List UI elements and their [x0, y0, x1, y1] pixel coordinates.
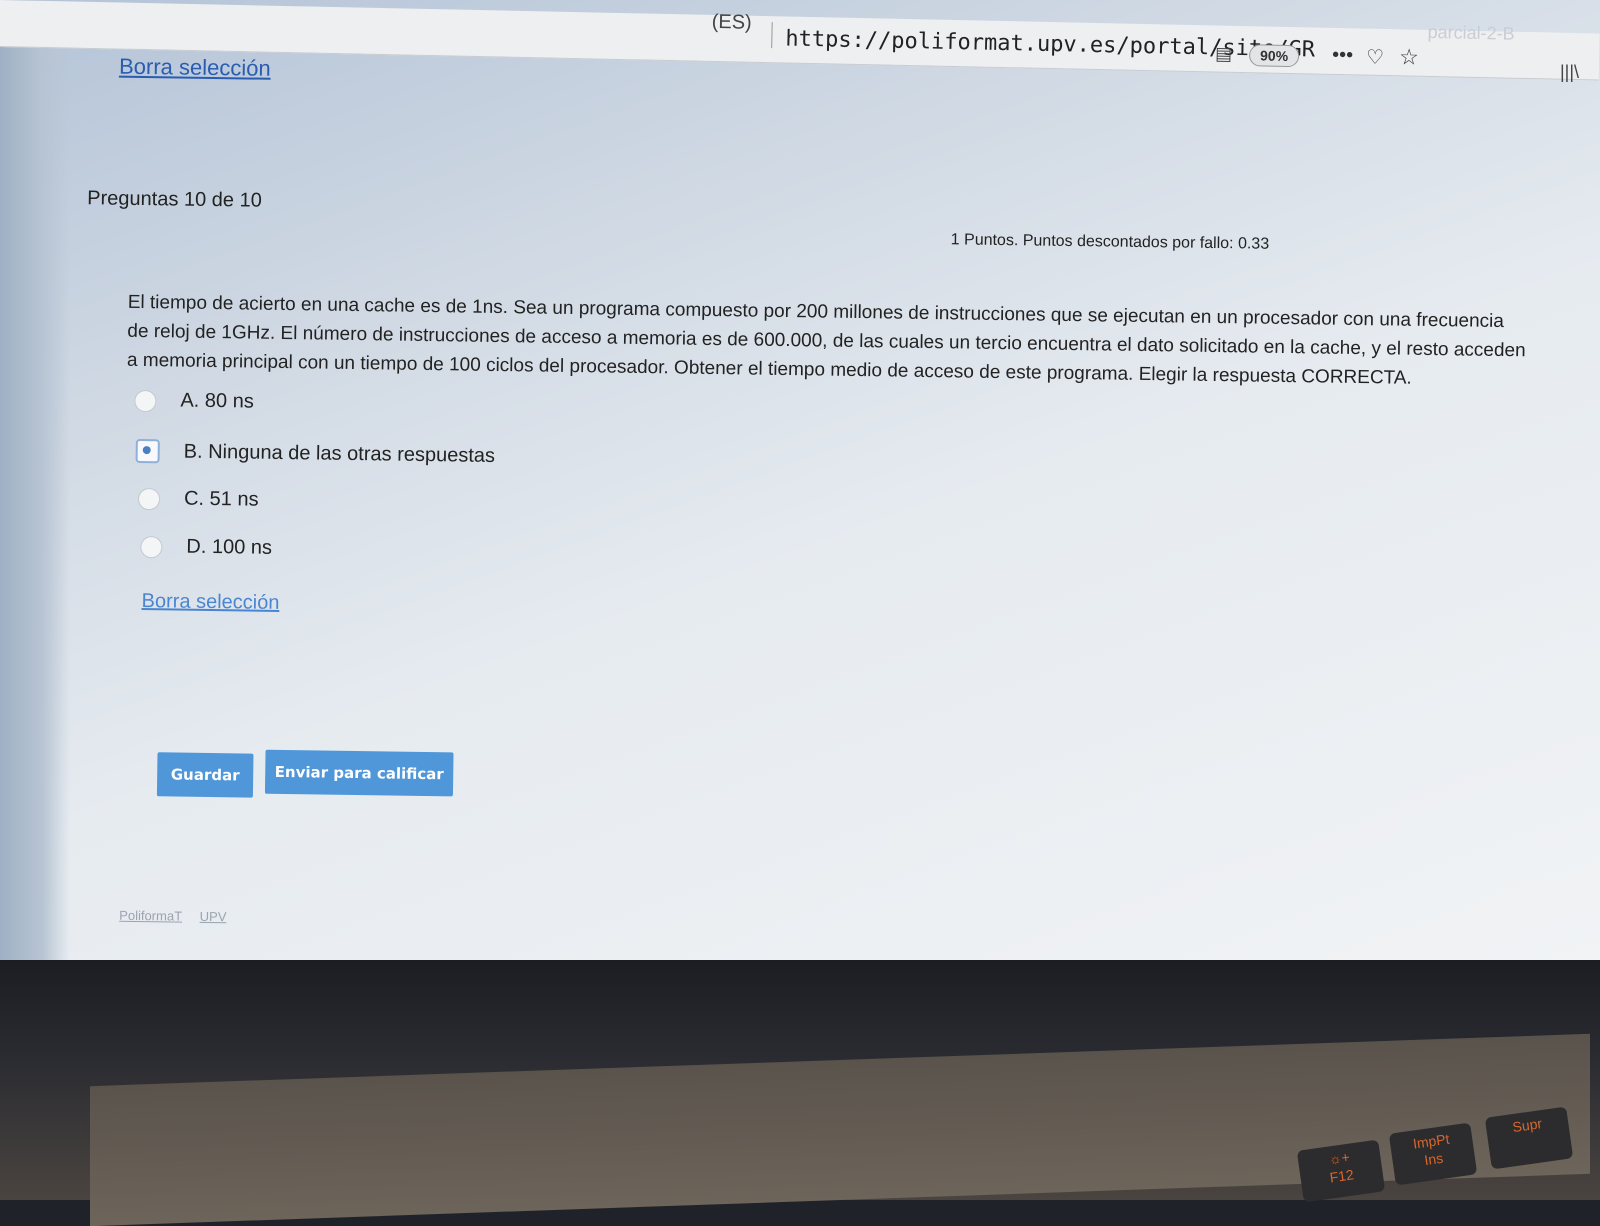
save-button[interactable]: Guardar — [156, 752, 254, 798]
question-text: El tiempo de acierto en una cache es de … — [126, 291, 1526, 389]
clear-selection-link-top[interactable]: Borra selección — [119, 54, 271, 82]
radio-button-c[interactable] — [137, 487, 161, 510]
answer-label-b: B. Ninguna de las otras respuestas — [183, 440, 496, 467]
key-ins-label: Ins — [1423, 1149, 1445, 1169]
brightness-up-icon: ☼+ — [1327, 1148, 1351, 1168]
radio-button-d[interactable] — [140, 535, 163, 558]
answer-option-c[interactable]: C. 51 ns — [137, 487, 259, 512]
answer-option-a[interactable]: A. 80 ns — [134, 389, 254, 414]
laptop-screen: (ES) https://poliformat.upv.es/portal/si… — [0, 0, 1600, 960]
radio-button-a[interactable] — [134, 389, 157, 412]
answer-label-c: C. 51 ns — [183, 487, 259, 511]
footer-links: PoliformaT UPV — [119, 908, 240, 925]
quiz-content: Borra selección Preguntas 10 de 10 1 Pun… — [0, 0, 1600, 960]
answer-option-b[interactable]: B. Ninguna de las otras respuestas — [135, 438, 496, 468]
answer-label-d: D. 100 ns — [186, 535, 273, 559]
radio-button-b[interactable] — [135, 438, 160, 464]
footer-link-upv[interactable]: UPV — [200, 909, 227, 924]
answer-label-a: A. 80 ns — [180, 389, 254, 413]
key-f12-label: F12 — [1328, 1166, 1355, 1186]
key-impr-pant-label: ImpPt — [1411, 1130, 1451, 1152]
clear-selection-link-bottom[interactable]: Borra selección — [141, 590, 279, 615]
key-supr-label: Supr — [1511, 1115, 1543, 1136]
question-counter: Preguntas 10 de 10 — [87, 187, 262, 212]
submit-button[interactable]: Enviar para calificar — [264, 749, 454, 797]
footer-link-poliformat[interactable]: PoliformaT — [119, 908, 182, 924]
points-info: 1 Puntos. Puntos descontados por fallo: … — [950, 231, 1270, 253]
answer-option-d[interactable]: D. 100 ns — [140, 535, 272, 560]
